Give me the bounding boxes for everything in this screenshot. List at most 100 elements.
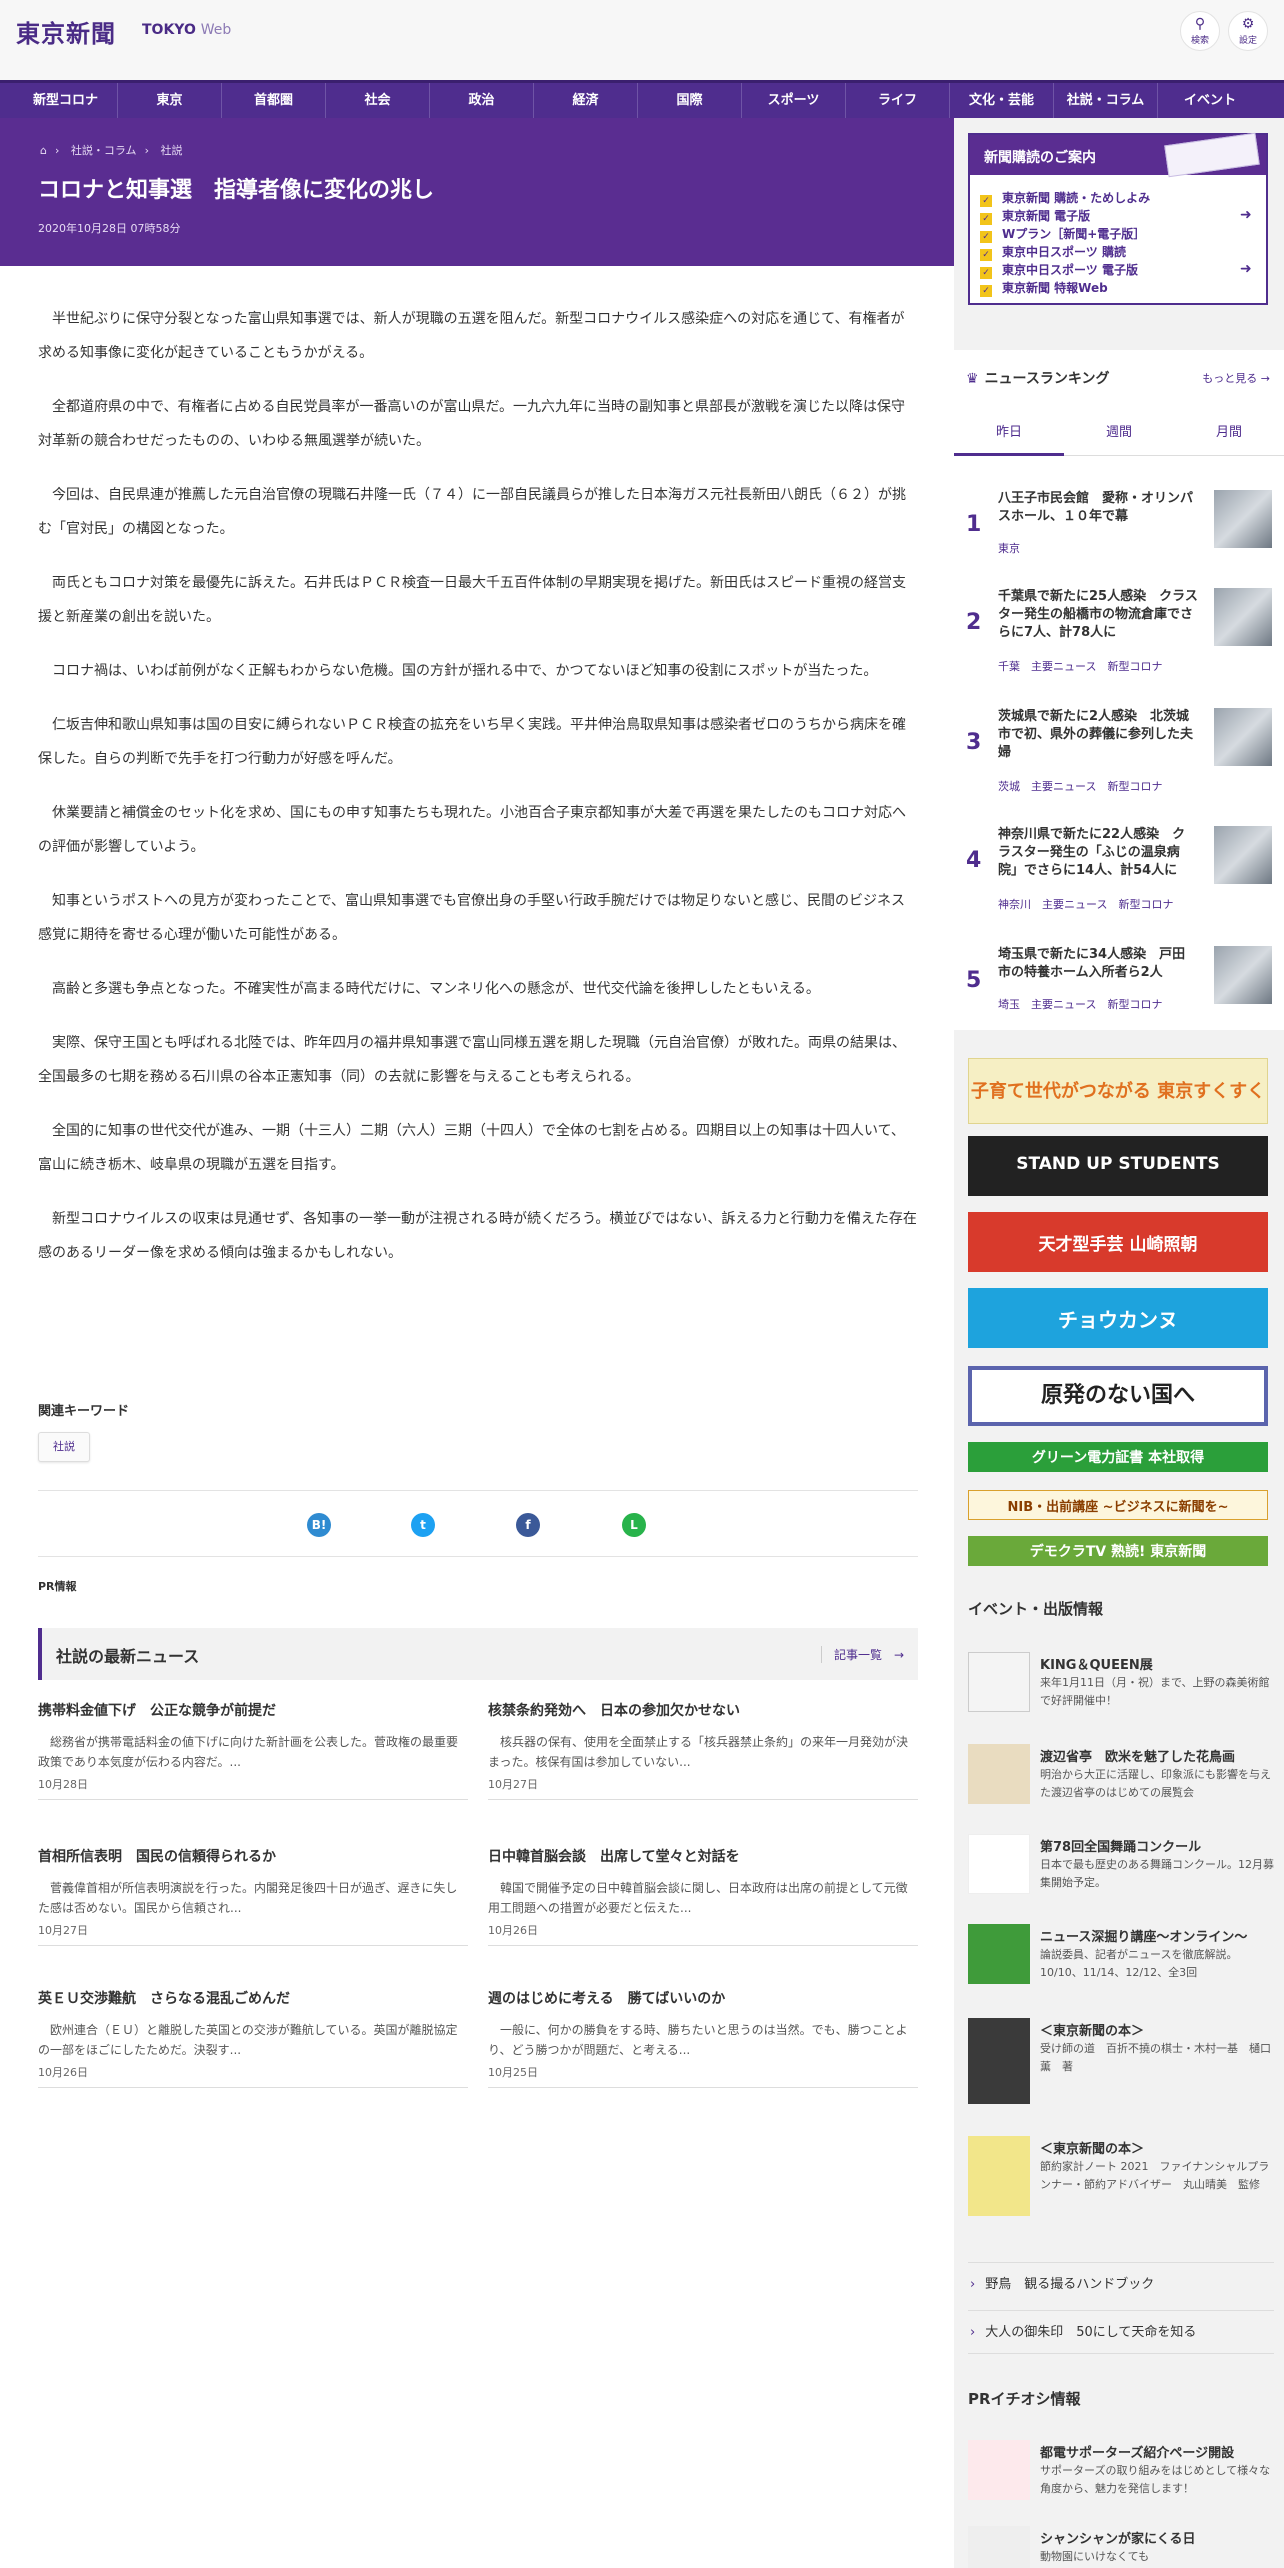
event-item[interactable]: 第78回全国舞踊コンクール 日本で最も歴史のある舞踊コンクール。12月募集開始予…: [968, 1834, 1274, 1904]
login-icon[interactable]: ➜: [1240, 207, 1256, 223]
keyword-tag[interactable]: 社説: [38, 1432, 90, 1462]
ranking-thumbnail[interactable]: [1214, 588, 1272, 646]
facebook-share-button[interactable]: f: [516, 1513, 540, 1537]
settings-button[interactable]: ⚙ 設定: [1228, 11, 1268, 51]
ranking-tags[interactable]: 茨城 主要ニュース 新型コロナ: [998, 778, 1162, 794]
latest-news-item[interactable]: 携帯料金値下げ 公正な競争が前提だ 総務省が携帯電話料金の値下げに向けた新計画を…: [38, 1700, 468, 1800]
line-share-button[interactable]: L: [622, 1513, 646, 1537]
nav-item-life[interactable]: ライフ: [846, 83, 950, 118]
article-list-link[interactable]: 記事一覧 →: [820, 1646, 904, 1663]
event-thumbnail[interactable]: [968, 1924, 1030, 1984]
ranking-thumbnail[interactable]: [1214, 826, 1272, 884]
nav-item-culture[interactable]: 文化・芸能: [950, 83, 1054, 118]
event-item[interactable]: ＜東京新聞の本＞ 受け師の道 百折不撓の棋士・木村一基 樋口薫 著: [968, 2018, 1274, 2108]
banner-green-power[interactable]: グリーン電力証書 本社取得: [968, 1442, 1268, 1472]
ranking-thumbnail[interactable]: [1214, 946, 1272, 1004]
subscription-link[interactable]: ✓ 東京新聞 特報Web: [980, 279, 1108, 297]
home-icon[interactable]: ⌂: [40, 144, 47, 157]
news-title[interactable]: 首相所信表明 国民の信頼得られるか: [38, 1846, 468, 1866]
nav-item-sports[interactable]: スポーツ: [742, 83, 846, 118]
pr-item[interactable]: シャンシャンが家にくる日 動物園にいけなくても: [968, 2526, 1274, 2568]
event-title[interactable]: 渡辺省亭 欧米を魅了した花鳥画: [1040, 1746, 1276, 1765]
banner-no-nuclear[interactable]: 原発のない国へ: [968, 1366, 1268, 1426]
nav-item-editorial[interactable]: 社説・コラム: [1054, 83, 1158, 118]
news-title[interactable]: 日中韓首脳会談 出席して堂々と対話を: [488, 1846, 918, 1866]
subscription-link[interactable]: ✓ 東京中日スポーツ 電子版 ➜: [980, 261, 1252, 279]
nav-item-economy[interactable]: 経済: [534, 83, 638, 118]
search-button[interactable]: ⚲ 検索: [1180, 11, 1220, 51]
event-title[interactable]: ＜東京新聞の本＞: [1040, 2138, 1276, 2157]
ranking-thumbnail[interactable]: [1214, 708, 1272, 766]
event-item[interactable]: 渡辺省亭 欧米を魅了した花鳥画 明治から大正に活躍し、印象派にも影響を与えた渡辺…: [968, 1744, 1274, 1814]
news-title[interactable]: 英ＥＵ交渉難航 さらなる混乱ごめんだ: [38, 1988, 468, 2008]
news-title[interactable]: 携帯料金値下げ 公正な競争が前提だ: [38, 1700, 468, 1720]
tab-weekly[interactable]: 週間: [1064, 410, 1174, 456]
latest-news-item[interactable]: 首相所信表明 国民の信頼得られるか 菅義偉首相が所信表明演説を行った。内閣発足後…: [38, 1846, 468, 1946]
nav-item-shutoken[interactable]: 首都圏: [222, 83, 326, 118]
ranking-item[interactable]: 3 茨城県で新たに2人感染 北茨城市で初、県外の葬儀に参列した夫婦 茨城 主要ニ…: [966, 708, 1272, 808]
login-icon[interactable]: ➜: [1240, 261, 1256, 277]
subscription-link[interactable]: ✓ 東京中日スポーツ 購読: [980, 243, 1126, 261]
ranking-item[interactable]: 4 神奈川県で新たに22人感染 クラスター発生の「ふじの温泉病院」でさらに14人…: [966, 826, 1272, 926]
ranking-item[interactable]: 5 埼玉県で新たに34人感染 戸田市の特養ホーム入所者ら2人 埼玉 主要ニュース…: [966, 946, 1272, 1046]
ranking-tags[interactable]: 埼玉 主要ニュース 新型コロナ: [998, 996, 1162, 1012]
nav-item-politics[interactable]: 政治: [430, 83, 534, 118]
news-title[interactable]: 核禁条約発効へ 日本の参加欠かせない: [488, 1700, 918, 1720]
nav-item-corona[interactable]: 新型コロナ: [14, 83, 118, 118]
banner-sukusuku[interactable]: 子育て世代がつながる 東京すくすく: [968, 1058, 1268, 1124]
subscription-link[interactable]: ✓ 東京新聞 電子版 ➜: [980, 207, 1252, 225]
subscription-link[interactable]: ✓ 東京新聞 購読・ためしよみ: [980, 189, 1150, 207]
nav-item-international[interactable]: 国際: [638, 83, 742, 118]
event-item[interactable]: KING＆QUEEN展 来年1月11日（月・祝）まで、上野の森美術館で好評開催中…: [968, 1652, 1274, 1722]
pr-title[interactable]: シャンシャンが家にくる日: [1040, 2528, 1274, 2547]
event-title[interactable]: KING＆QUEEN展: [1040, 1654, 1276, 1673]
event-title[interactable]: ニュース深掘り講座～オンライン～: [1040, 1926, 1276, 1945]
banner-nib[interactable]: NIB・出前講座 ~ビジネスに新聞を~: [968, 1490, 1268, 1520]
logo-sub[interactable]: TOKYO Web: [142, 22, 231, 38]
tab-monthly[interactable]: 月間: [1174, 410, 1284, 456]
event-thumbnail[interactable]: [968, 2136, 1030, 2216]
pr-title[interactable]: 都電サポーターズ紹介ページ開設: [1040, 2442, 1276, 2461]
pr-thumbnail[interactable]: [968, 2526, 1030, 2568]
sidebar-link[interactable]: › 野鳥 観る撮るハンドブック: [968, 2262, 1274, 2306]
twitter-share-button[interactable]: t: [411, 1513, 435, 1537]
ranking-tags[interactable]: 東京: [998, 540, 1020, 556]
banner-stand-up-students[interactable]: STAND UP STUDENTS: [968, 1136, 1268, 1196]
subscription-link[interactable]: ✓ Wプラン［新聞+電子版］: [980, 225, 1145, 243]
ranking-title[interactable]: 八王子市民会館 愛称・オリンパスホール、１０年で幕: [998, 490, 1198, 526]
banner-chokannu[interactable]: チョウカンヌ: [968, 1288, 1268, 1348]
sidebar-link[interactable]: › 大人の御朱印 50にして天命を知る: [968, 2310, 1274, 2354]
latest-news-item[interactable]: 週のはじめに考える 勝てばいいのか 一般に、何かの勝負をする時、勝ちたいと思うの…: [488, 1988, 918, 2088]
ranking-thumbnail[interactable]: [1214, 490, 1272, 548]
event-thumbnail[interactable]: [968, 1744, 1030, 1804]
logo[interactable]: 東京新聞: [16, 14, 116, 49]
ranking-title[interactable]: 千葉県で新たに25人感染 クラスター発生の船橋市の物流倉庫でさらに7人、計78人…: [998, 588, 1198, 642]
breadcrumb-item-editorial-column[interactable]: 社説・コラム: [71, 144, 137, 157]
hatena-share-button[interactable]: B!: [307, 1513, 331, 1537]
event-thumbnail[interactable]: [968, 1834, 1030, 1894]
ranking-title[interactable]: 茨城県で新たに2人感染 北茨城市で初、県外の葬儀に参列した夫婦: [998, 708, 1198, 762]
event-title[interactable]: ＜東京新聞の本＞: [1040, 2020, 1276, 2039]
event-thumbnail[interactable]: [968, 2018, 1030, 2104]
news-title[interactable]: 週のはじめに考える 勝てばいいのか: [488, 1988, 918, 2008]
event-item[interactable]: ＜東京新聞の本＞ 節約家計ノート 2021 ファイナンシャルプランナー・節約アド…: [968, 2136, 1274, 2226]
pr-item[interactable]: 都電サポーターズ紹介ページ開設 サポーターズの取り組みをはじめとして様々な角度か…: [968, 2440, 1274, 2510]
tab-yesterday[interactable]: 昨日: [954, 410, 1064, 456]
nav-item-tokyo[interactable]: 東京: [118, 83, 222, 118]
pr-thumbnail[interactable]: [968, 2440, 1030, 2500]
banner-democra-tv[interactable]: デモクラTV 熟読! 東京新聞: [968, 1536, 1268, 1566]
ranking-more-link[interactable]: もっと見る →: [1202, 370, 1270, 386]
banner-yamazaki[interactable]: 天才型手芸 山崎照朝: [968, 1212, 1268, 1272]
ranking-item[interactable]: 1 八王子市民会館 愛称・オリンパスホール、１０年で幕 東京: [966, 490, 1272, 590]
breadcrumb-item-editorial[interactable]: 社説: [160, 144, 182, 157]
event-thumbnail[interactable]: [968, 1652, 1030, 1712]
latest-news-item[interactable]: 核禁条約発効へ 日本の参加欠かせない 核兵器の保有、使用を全面禁止する「核兵器禁…: [488, 1700, 918, 1800]
ranking-title[interactable]: 埼玉県で新たに34人感染 戸田市の特養ホーム入所者ら2人: [998, 946, 1198, 982]
nav-item-society[interactable]: 社会: [326, 83, 430, 118]
nav-item-events[interactable]: イベント: [1158, 83, 1262, 118]
ranking-tags[interactable]: 神奈川 主要ニュース 新型コロナ: [998, 896, 1173, 912]
event-item[interactable]: ニュース深掘り講座～オンライン～ 論説委員、記者がニュースを徹底解説。10/10…: [968, 1924, 1274, 1994]
ranking-item[interactable]: 2 千葉県で新たに25人感染 クラスター発生の船橋市の物流倉庫でさらに7人、計7…: [966, 588, 1272, 688]
event-title[interactable]: 第78回全国舞踊コンクール: [1040, 1836, 1276, 1855]
latest-news-item[interactable]: 英ＥＵ交渉難航 さらなる混乱ごめんだ 欧州連合（ＥＵ）と離脱した英国との交渉が難…: [38, 1988, 468, 2088]
